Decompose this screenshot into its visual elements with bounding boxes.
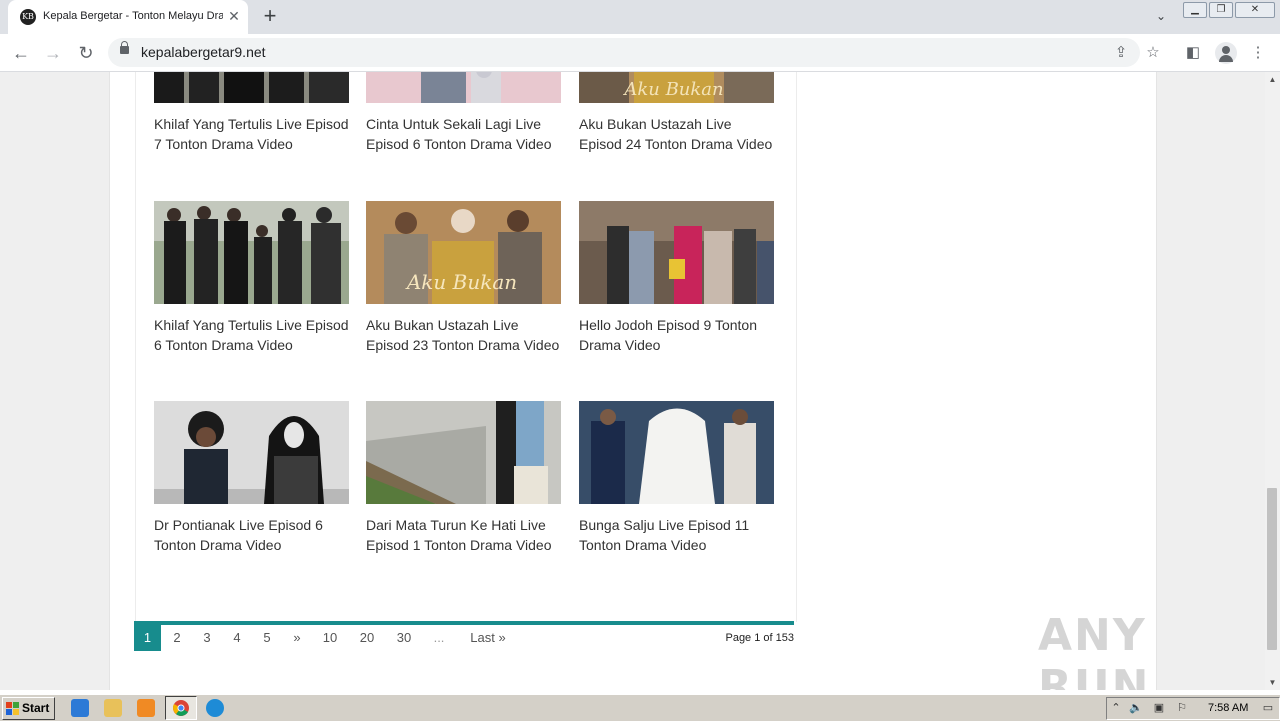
scroll-down-arrow-icon[interactable]: ▼: [1265, 675, 1280, 690]
pagination-ellipsis: ...: [433, 630, 445, 645]
post-title[interactable]: Khilaf Yang Tertulis Live Episod 7 Tonto…: [154, 114, 349, 154]
scroll-up-arrow-icon[interactable]: ▲: [1265, 72, 1280, 87]
post-title[interactable]: Cinta Untuk Sekali Lagi Live Episod 6 To…: [366, 114, 561, 154]
post-thumbnail[interactable]: [579, 201, 774, 304]
media-player-icon[interactable]: [137, 699, 155, 717]
show-desktop-icon[interactable]: ▭: [1261, 701, 1275, 715]
forward-arrow-icon[interactable]: →: [42, 42, 64, 64]
file-explorer-icon[interactable]: [104, 699, 122, 717]
anyrun-watermark: ANY RUN: [1038, 610, 1151, 690]
post-thumbnail[interactable]: Aku Bukan: [366, 201, 561, 304]
clock[interactable]: 7:58 AM: [1208, 698, 1248, 719]
tab-strip: KB Kepala Bergetar - Tonton Melayu Drama…: [0, 0, 1280, 34]
chrome-taskbar-button[interactable]: [165, 696, 197, 720]
back-arrow-icon[interactable]: ←: [10, 42, 32, 64]
pagination: 1 2 3 4 5 » 10 20 30 ... Last » Page 1 o…: [134, 625, 794, 651]
start-button[interactable]: Start: [2, 697, 55, 720]
vertical-scrollbar[interactable]: ▲ ▼: [1265, 72, 1280, 690]
address-bar[interactable]: kepalabergetar9.net ⇪ ☆: [108, 38, 1160, 67]
site-container: [109, 72, 1157, 690]
next-page-link[interactable]: »: [290, 625, 304, 651]
show-hidden-icons-icon[interactable]: ⌃: [1109, 701, 1123, 715]
chrome-icon: [173, 700, 189, 716]
thumbnail-caption: Aku Bukan: [622, 79, 723, 100]
page-viewport: Khilaf Yang Tertulis Live Episod 7 Tonto…: [0, 72, 1265, 690]
page-link[interactable]: 2: [170, 625, 184, 651]
thumbnail-caption: Aku Bukan: [405, 270, 517, 294]
last-page-link[interactable]: Last »: [468, 625, 508, 651]
site-favicon-icon: KB: [20, 9, 36, 25]
menu-kebab-icon[interactable]: ⋮: [1247, 42, 1269, 64]
side-panel-icon[interactable]: ◧: [1182, 42, 1204, 64]
reload-icon[interactable]: ↻: [75, 42, 97, 64]
post-thumbnail[interactable]: [154, 72, 349, 103]
scrollbar-thumb[interactable]: [1267, 488, 1277, 650]
bookmark-star-icon[interactable]: ☆: [1143, 43, 1163, 63]
close-tab-icon[interactable]: ✕: [225, 7, 243, 25]
post-thumbnail[interactable]: [366, 72, 561, 103]
page-link[interactable]: 5: [260, 625, 274, 651]
post-thumbnail[interactable]: [579, 401, 774, 504]
post-title[interactable]: Hello Jodoh Episod 9 Tonton Drama Video: [579, 315, 774, 355]
lock-icon[interactable]: [120, 41, 129, 54]
post-thumbnail[interactable]: [366, 401, 561, 504]
new-tab-button[interactable]: +: [258, 5, 282, 29]
network-icon[interactable]: ▣: [1152, 701, 1166, 715]
share-icon[interactable]: ⇪: [1111, 43, 1131, 63]
page-link[interactable]: 3: [200, 625, 214, 651]
post-thumbnail[interactable]: [154, 201, 349, 304]
post-title[interactable]: Aku Bukan Ustazah Live Episod 23 Tonton …: [366, 315, 561, 355]
start-label: Start: [22, 701, 50, 715]
volume-icon[interactable]: 🔈: [1129, 701, 1143, 715]
tab-title: Kepala Bergetar - Tonton Melayu Drama: [43, 10, 223, 22]
post-title[interactable]: Khilaf Yang Tertulis Live Episod 6 Tonto…: [154, 315, 349, 355]
post-thumbnail[interactable]: Aku Bukan: [579, 72, 774, 103]
minimize-window-button[interactable]: ▁: [1183, 2, 1207, 18]
profile-avatar-icon[interactable]: [1215, 42, 1237, 64]
edge-icon[interactable]: [206, 699, 224, 717]
page-link[interactable]: 20: [357, 625, 377, 651]
action-center-flag-icon[interactable]: ⚐: [1175, 701, 1189, 715]
page-link-current[interactable]: 1: [134, 625, 161, 651]
post-thumbnail[interactable]: [154, 401, 349, 504]
windows-logo-icon: [6, 702, 19, 715]
post-title[interactable]: Aku Bukan Ustazah Live Episod 24 Tonton …: [579, 114, 774, 154]
restore-window-button[interactable]: ❐: [1209, 2, 1233, 18]
windows-taskbar: Start ⌃ 🔈 ▣ ⚐ 7:58 AM ▭: [0, 694, 1280, 721]
page-link[interactable]: 30: [394, 625, 414, 651]
browser-tab[interactable]: KB Kepala Bergetar - Tonton Melayu Drama…: [8, 0, 248, 34]
system-tray: ⌃ 🔈 ▣ ⚐ 7:58 AM ▭: [1106, 697, 1280, 720]
internet-explorer-icon[interactable]: [71, 699, 89, 717]
close-window-button[interactable]: ✕: [1235, 2, 1275, 18]
post-title[interactable]: Dari Mata Turun Ke Hati Live Episod 1 To…: [366, 515, 561, 555]
url-text[interactable]: kepalabergetar9.net: [141, 44, 266, 60]
browser-toolbar: ← → ↻ kepalabergetar9.net ⇪ ☆ ◧ ⋮: [0, 34, 1280, 72]
tab-search-chevron-icon[interactable]: ⌄: [1151, 9, 1171, 25]
post-title[interactable]: Bunga Salju Live Episod 11 Tonton Drama …: [579, 515, 774, 555]
post-title[interactable]: Dr Pontianak Live Episod 6 Tonton Drama …: [154, 515, 349, 555]
page-link[interactable]: 4: [230, 625, 244, 651]
page-link[interactable]: 10: [320, 625, 340, 651]
page-info: Page 1 of 153: [725, 632, 794, 644]
